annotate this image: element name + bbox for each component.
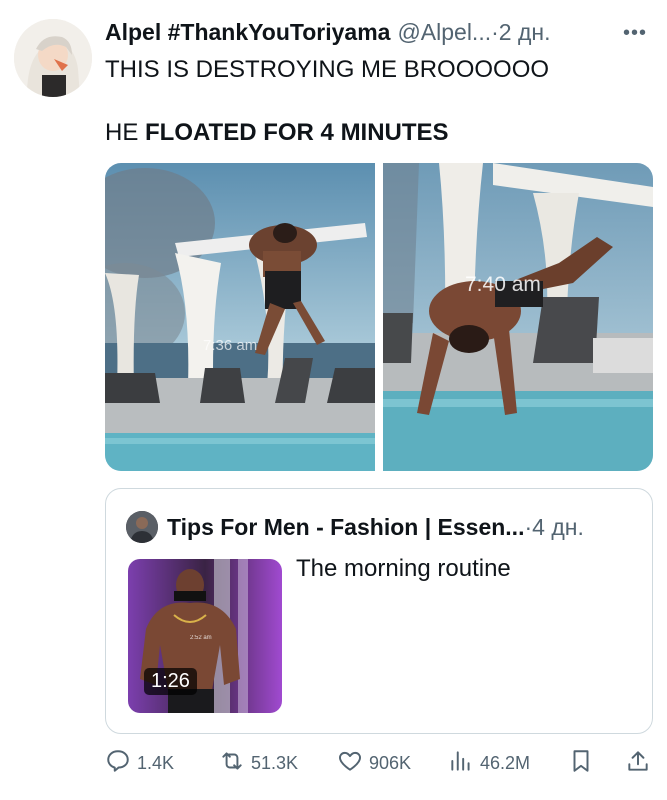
media-photo-2[interactable]: 7:40 am <box>383 163 653 471</box>
action-bar: 1.4K 51.3K 906K 46.2M <box>105 748 650 780</box>
user-handle[interactable]: @Alpel... <box>397 19 491 46</box>
tweet-text-bold: FLOATED FOR 4 MINUTES <box>145 119 449 146</box>
share-button[interactable] <box>625 748 651 779</box>
video-duration-badge: 1:26 <box>144 668 197 695</box>
tweet-media: 7:36 am 7:40 am <box>105 163 653 471</box>
reply-count: 1.4K <box>137 753 175 773</box>
separator-dot: · <box>524 513 533 540</box>
retweet-count: 51.3K <box>251 753 299 773</box>
retweet-button[interactable]: 51.3K <box>219 748 298 779</box>
reply-button[interactable]: 1.4K <box>105 748 174 779</box>
quoted-time[interactable]: 4 дн. <box>532 514 584 541</box>
like-count: 906K <box>369 753 412 773</box>
quoted-tweet[interactable]: Tips For Men - Fashion | Essen... · 4 дн… <box>105 488 653 734</box>
bookmark-button[interactable] <box>568 748 594 779</box>
tweet-text-prefix: HE <box>105 119 146 146</box>
like-button[interactable]: 906K <box>337 748 411 779</box>
more-horizontal-icon[interactable]: ••• <box>623 22 647 45</box>
heart-icon <box>337 748 363 779</box>
reply-icon <box>105 748 131 779</box>
views-icon <box>448 748 474 779</box>
separator-dot: · <box>491 18 499 45</box>
retweet-icon <box>219 748 245 779</box>
quoted-tweet-text: The morning routine <box>296 555 511 582</box>
tweet-text-line-1: THIS IS DESTROYING ME BROOOOOO <box>105 56 550 83</box>
tweet-text-line-2: HE FLOATED FOR 4 MINUTES <box>105 119 449 147</box>
share-icon <box>625 748 651 779</box>
quoted-avatar[interactable] <box>126 511 158 543</box>
quoted-tweet-header: Tips For Men - Fashion | Essen... · 4 дн… <box>126 511 584 543</box>
display-name[interactable]: Alpel #ThankYouToriyama <box>105 19 390 46</box>
media-timestamp-1: 7:36 am <box>203 337 258 354</box>
media-photo-1[interactable]: 7:36 am <box>105 163 375 471</box>
thumb-timestamp: 2:52 am <box>190 635 212 641</box>
views-button[interactable]: 46.2M <box>448 748 530 779</box>
quoted-display-name[interactable]: Tips For Men - Fashion | Essen... <box>167 514 524 541</box>
views-count: 46.2M <box>480 753 531 773</box>
quoted-video-thumbnail[interactable]: 2:52 am 1:26 <box>128 559 282 713</box>
media-timestamp-2: 7:40 am <box>465 273 541 296</box>
tweet-header: Alpel #ThankYouToriyama @Alpel... · 2 дн… <box>105 16 655 48</box>
avatar[interactable] <box>14 19 92 97</box>
tweet-time[interactable]: 2 дн. <box>499 19 551 46</box>
bookmark-icon <box>568 748 594 779</box>
